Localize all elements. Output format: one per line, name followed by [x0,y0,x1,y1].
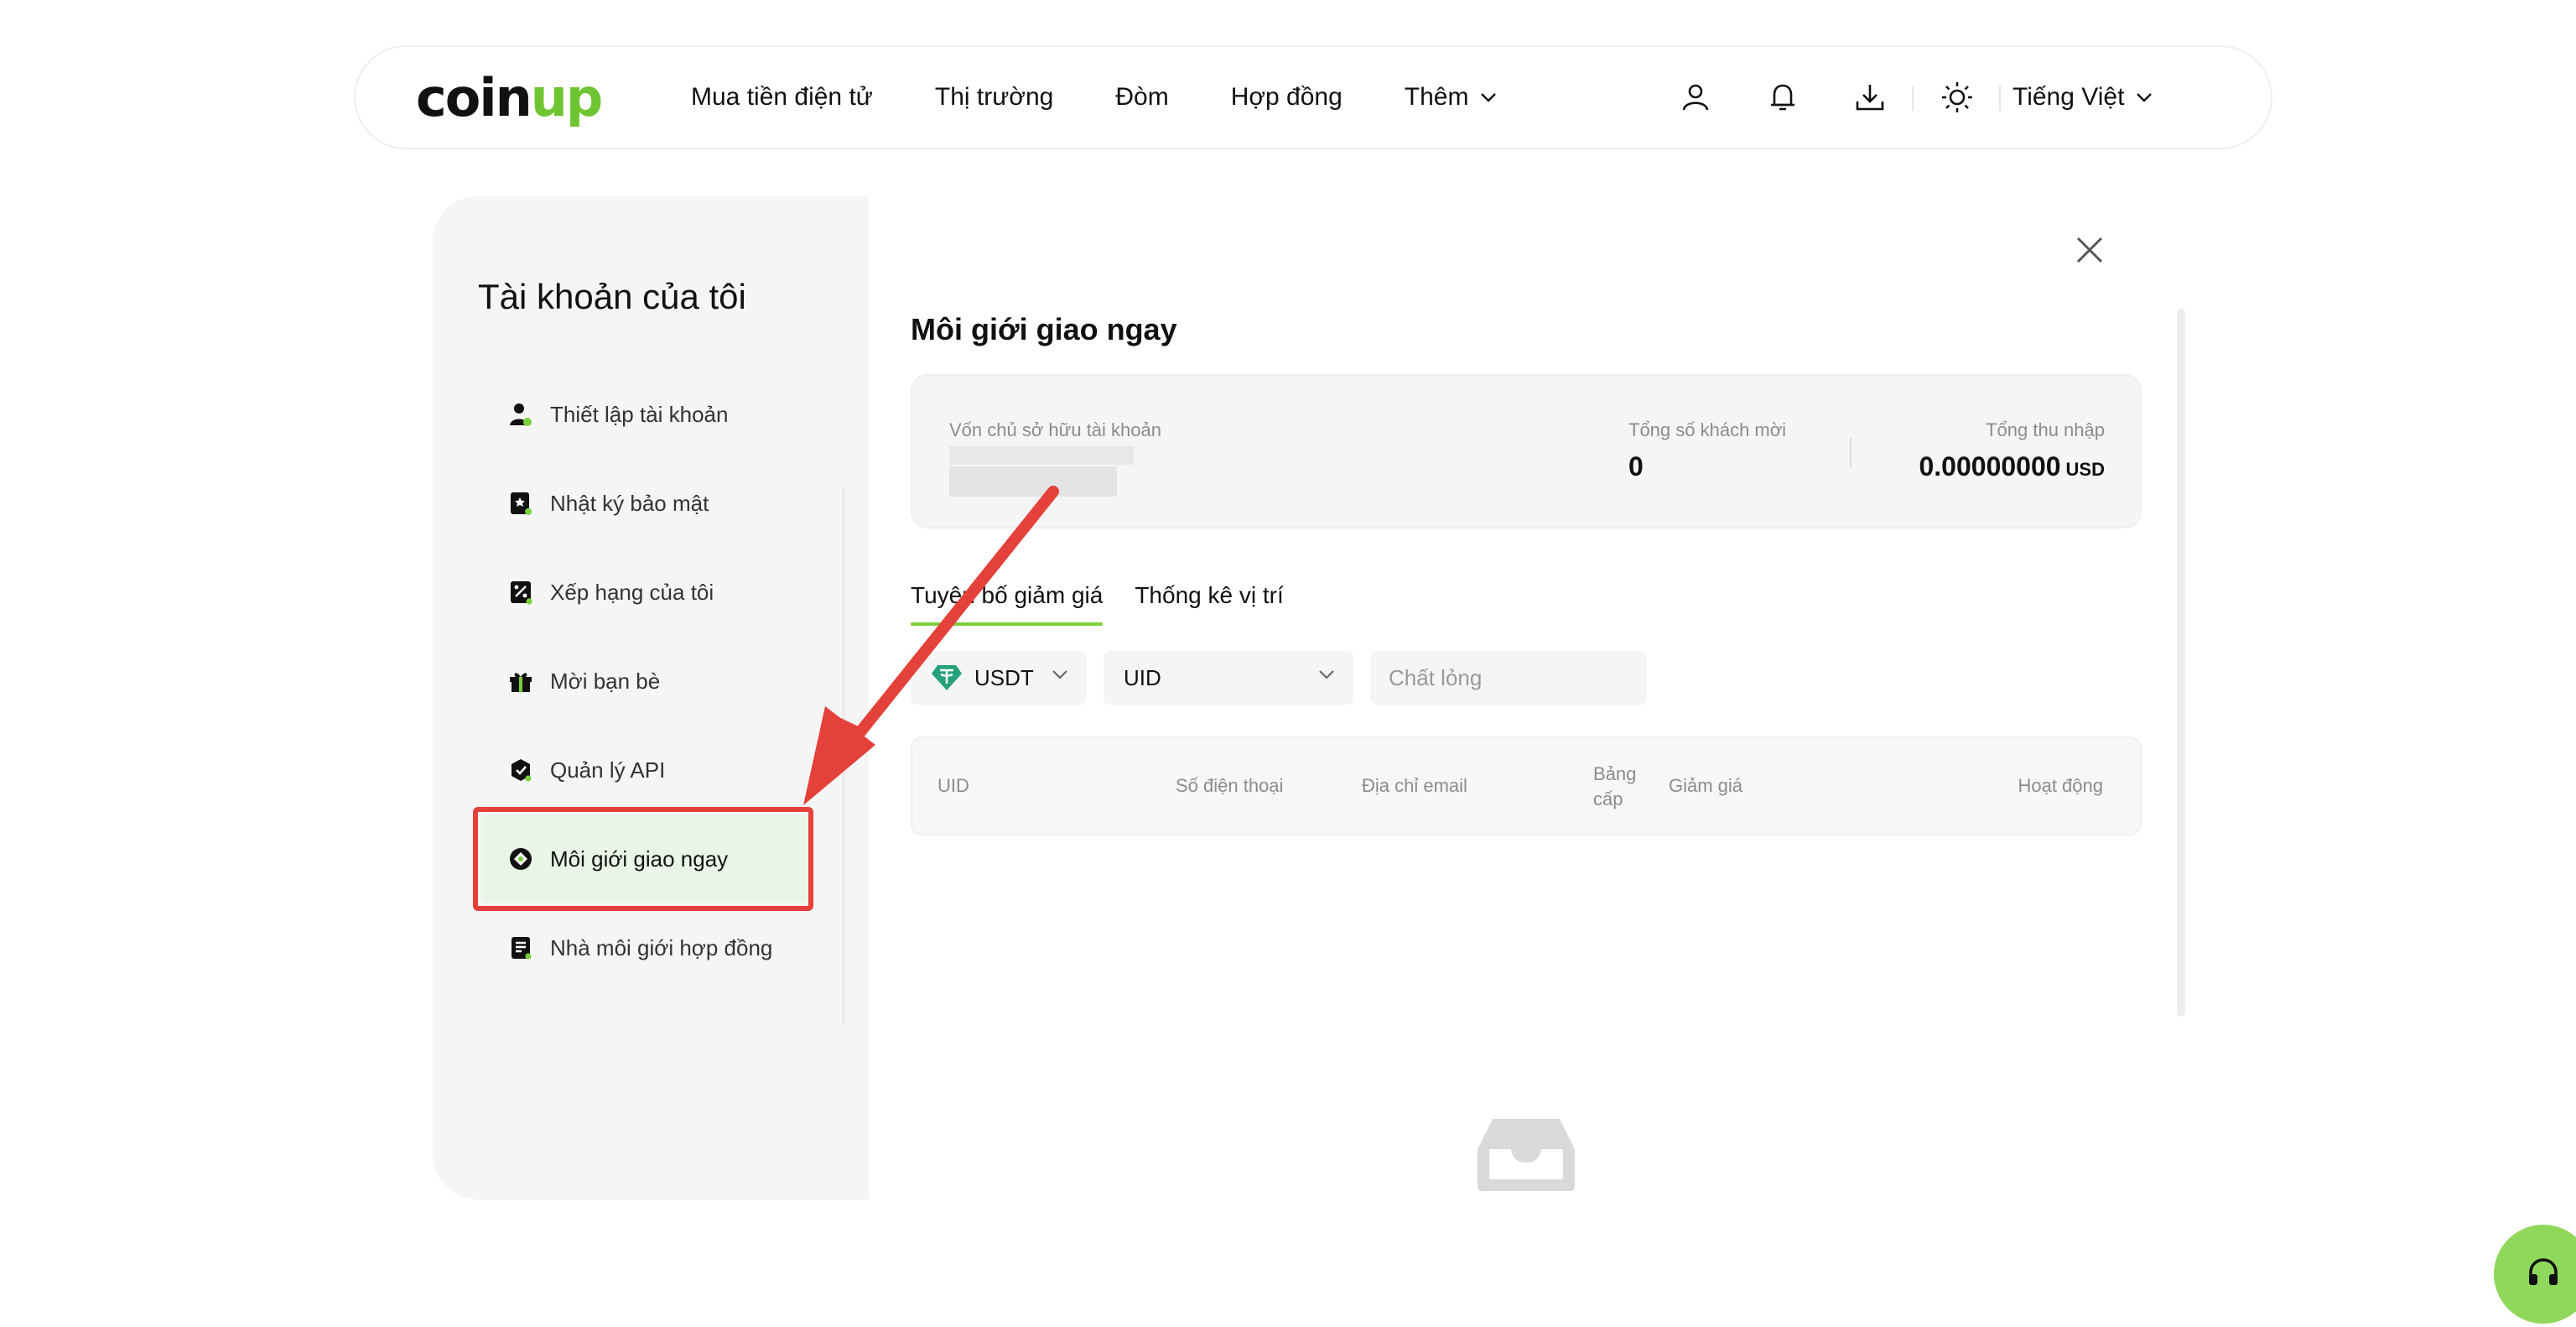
sidebar-item-api-management[interactable]: Quản lý API [481,726,812,814]
summary-divider [1850,438,1852,466]
sidebar-item-spot-broker[interactable]: Môi giới giao ngay [481,815,812,903]
headset-icon [2529,1258,2558,1285]
column-level-line2: cấp [1593,788,1623,809]
usdt-icon [932,665,962,690]
header-icons [1652,47,2001,148]
sun-icon[interactable] [1914,72,2001,122]
chevron-down-icon [1052,670,1067,679]
column-email: Địa chỉ email [1362,775,1467,796]
sidebar-item-invite-friends[interactable]: Mời bạn bè [481,637,812,725]
blurred-value [949,466,1117,497]
top-navbar: coin up Mua tiền điện tử Thị trường Đòm H… [354,45,2272,149]
sidebar-item-my-ranking[interactable]: Xếp hạng của tôi [481,549,812,636]
summary-card: Vốn chủ sở hữu tài khoản Tổng số khách m… [911,374,2142,528]
sidebar-item-contract-broker[interactable]: Nhà môi giới hợp đồng [481,904,812,991]
blurred-value [949,446,1134,465]
sidebar-item-account-settings[interactable]: Thiết lập tài khoản [481,371,812,458]
nav-dom[interactable]: Đòm [1115,83,1168,112]
total-invites-label: Tổng số khách mời [1628,419,1787,440]
owner-equity-label: Vốn chủ sở hữu tài khoản [949,419,1161,440]
total-income-value: 0.00000000 USD [1919,451,2105,481]
tab-bar: Tuyên bố giảm giá Thống kê vị trí [911,575,1316,629]
logo-text-accent: up [530,66,604,128]
nav-markets[interactable]: Thị trường [935,83,1053,112]
id-type-select[interactable]: UID [1104,651,1353,705]
empty-inbox-icon [1478,1119,1575,1191]
tab-position-stats[interactable]: Thống kê vị trí [1135,575,1283,629]
sidebar-title: Tài khoản của tôi [478,277,746,316]
api-icon [508,757,533,783]
chevron-down-icon [1481,93,1497,102]
close-icon[interactable] [2073,233,2106,267]
total-income-label: Tổng thu nhập [1986,419,2105,440]
main-menu: Mua tiền điện tử Thị trường Đòm Hợp đồng… [691,47,1559,148]
ranking-icon [508,580,533,605]
chevron-down-icon [1319,670,1334,679]
tab-rebate-statement[interactable]: Tuyên bố giảm giá [911,575,1104,629]
nav-more[interactable]: Thêm [1405,83,1498,112]
support-button[interactable] [2494,1225,2576,1324]
gift-icon [508,669,533,694]
security-log-icon [508,491,533,516]
column-level-line1: Bảng [1593,763,1637,784]
language-selector[interactable]: Tiếng Việt [2012,47,2153,148]
user-settings-icon [508,402,533,427]
spot-broker-icon [508,846,533,872]
bell-icon[interactable] [1739,72,1826,122]
column-activity: Hoạt động [2018,775,2103,796]
download-icon[interactable] [1826,72,1914,122]
coin-select[interactable]: USDT [911,651,1087,705]
sidebar-scrollbar[interactable] [842,488,845,1025]
contract-broker-icon [508,935,533,960]
logo-text: coin [416,66,532,128]
main-scrollbar[interactable] [2177,309,2185,1017]
nav-buy-crypto[interactable]: Mua tiền điện tử [691,83,873,112]
nav-contracts[interactable]: Hợp đồng [1231,83,1343,112]
chevron-down-icon [2137,93,2153,102]
user-icon[interactable] [1652,72,1739,122]
table-header: UID Số điện thoại Địa chỉ email Bảng cấp… [911,736,2142,835]
sidebar-item-security-log[interactable]: Nhật ký bảo mật [481,460,812,547]
search-input[interactable]: Chất lỏng [1370,651,1647,705]
column-rebate: Giảm giá [1669,775,1743,796]
account-sidebar: Tài khoản của tôi Thiết lập tài khoản Nh… [433,196,869,1200]
column-phone: Số điện thoại [1176,775,1284,796]
coinup-logo[interactable]: coin up [416,67,603,128]
page-title: Môi giới giao ngay [911,312,1177,346]
column-uid: UID [937,775,969,796]
total-invites-value: 0 [1628,451,1644,481]
language-label: Tiếng Việt [2012,83,2125,111]
